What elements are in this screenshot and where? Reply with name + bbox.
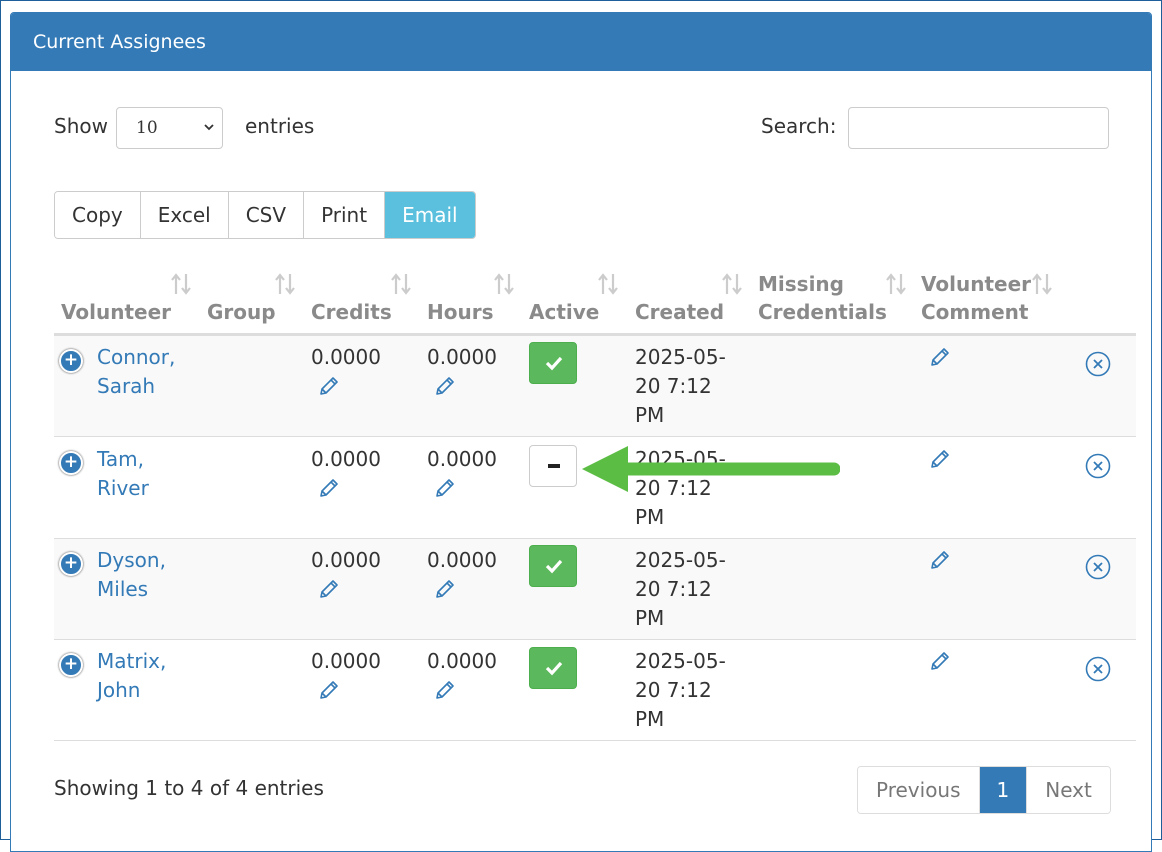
- print-button[interactable]: Print: [304, 192, 386, 238]
- edit-hours-pencil-icon[interactable]: [434, 679, 456, 701]
- edit-credits-pencil-icon[interactable]: [318, 375, 340, 397]
- edit-comment-pencil-icon[interactable]: [929, 346, 951, 368]
- header-volunteer-comment[interactable]: Volunteer Comment: [921, 270, 1031, 326]
- search-label: Search:: [761, 114, 837, 138]
- header-missing-credentials[interactable]: Missing Credentials: [758, 270, 887, 326]
- entries-per-page-select[interactable]: 10: [116, 107, 223, 149]
- credits-value: 0.0000: [311, 447, 381, 471]
- previous-page-button[interactable]: Previous: [858, 767, 980, 813]
- hours-value: 0.0000: [427, 345, 497, 369]
- header-credits[interactable]: Credits: [311, 298, 392, 326]
- sort-icon[interactable]: [274, 272, 296, 296]
- show-label: Show: [54, 114, 108, 138]
- expand-row-icon[interactable]: +: [59, 451, 83, 475]
- hours-value: 0.0000: [427, 447, 497, 471]
- hours-value: 0.0000: [427, 548, 497, 572]
- chevron-down-icon: [204, 124, 214, 131]
- sort-icon[interactable]: [1031, 272, 1053, 296]
- edit-credits-pencil-icon[interactable]: [318, 679, 340, 701]
- volunteer-name-link[interactable]: Matrix, John: [97, 647, 166, 705]
- header-hours[interactable]: Hours: [427, 298, 493, 326]
- excel-button[interactable]: Excel: [140, 192, 229, 238]
- search-input[interactable]: [848, 107, 1109, 149]
- table-row: [54, 336, 1136, 436]
- edit-hours-pencil-icon[interactable]: [434, 578, 456, 600]
- page-1-button[interactable]: 1: [979, 767, 1028, 813]
- active-toggle-on[interactable]: [529, 342, 577, 384]
- email-button[interactable]: Email: [385, 192, 475, 238]
- credits-value: 0.0000: [311, 345, 381, 369]
- created-date: 2025-05- 20 7:12 PM: [635, 345, 726, 427]
- panel-title: Current Assignees: [11, 13, 1151, 71]
- remove-circle-x-icon[interactable]: [1085, 656, 1111, 682]
- expand-row-icon[interactable]: +: [59, 653, 83, 677]
- created-date: 2025-05- 20 7:12 PM: [635, 649, 726, 731]
- header-missing-line-2: Credentials: [758, 300, 887, 324]
- export-button-group: Copy Excel CSV Print Email: [54, 191, 476, 239]
- minus-icon: [548, 464, 560, 468]
- volunteer-name-link[interactable]: Connor, Sarah: [97, 343, 175, 401]
- copy-button[interactable]: Copy: [55, 192, 141, 238]
- volunteer-name-link[interactable]: Dyson, Miles: [97, 546, 166, 604]
- check-icon: [545, 559, 563, 574]
- header-created[interactable]: Created: [635, 298, 724, 326]
- header-comment-line-1: Volunteer: [921, 272, 1032, 296]
- annotation-arrow-icon: [582, 446, 840, 492]
- sort-icon[interactable]: [885, 272, 907, 296]
- remove-circle-x-icon[interactable]: [1085, 453, 1111, 479]
- header-active[interactable]: Active: [529, 298, 599, 326]
- header-group[interactable]: Group: [207, 298, 276, 326]
- edit-comment-pencil-icon[interactable]: [929, 448, 951, 470]
- edit-hours-pencil-icon[interactable]: [434, 375, 456, 397]
- entries-per-page-value: 10: [136, 118, 158, 138]
- row-divider: [54, 740, 1136, 741]
- edit-credits-pencil-icon[interactable]: [318, 578, 340, 600]
- table-row: [54, 539, 1136, 639]
- check-icon: [545, 661, 563, 676]
- active-toggle-on[interactable]: [529, 545, 577, 587]
- sort-icon[interactable]: [721, 272, 743, 296]
- credits-value: 0.0000: [311, 649, 381, 673]
- entries-label: entries: [245, 114, 315, 138]
- volunteer-name-link[interactable]: Tam, River: [97, 445, 149, 503]
- pagination: Previous 1 Next: [857, 766, 1111, 814]
- edit-comment-pencil-icon[interactable]: [929, 549, 951, 571]
- table-row: [54, 640, 1136, 740]
- edit-comment-pencil-icon[interactable]: [929, 650, 951, 672]
- edit-hours-pencil-icon[interactable]: [434, 477, 456, 499]
- check-icon: [545, 356, 563, 371]
- active-toggle-off[interactable]: [529, 445, 577, 487]
- expand-row-icon[interactable]: +: [59, 552, 83, 576]
- edit-credits-pencil-icon[interactable]: [318, 477, 340, 499]
- next-page-button[interactable]: Next: [1027, 767, 1110, 813]
- table-info: Showing 1 to 4 of 4 entries: [54, 776, 324, 800]
- expand-row-icon[interactable]: +: [59, 349, 83, 373]
- created-date: 2025-05- 20 7:12 PM: [635, 548, 726, 630]
- header-comment-line-2: Comment: [921, 300, 1029, 324]
- header-volunteer[interactable]: Volunteer: [61, 298, 171, 326]
- sort-icon[interactable]: [493, 272, 515, 296]
- hours-value: 0.0000: [427, 649, 497, 673]
- sort-icon[interactable]: [170, 272, 192, 296]
- csv-button[interactable]: CSV: [228, 192, 305, 238]
- sort-icon[interactable]: [597, 272, 619, 296]
- remove-circle-x-icon[interactable]: [1085, 351, 1111, 377]
- header-missing-line-1: Missing: [758, 272, 844, 296]
- active-toggle-on[interactable]: [529, 647, 577, 689]
- sort-icon[interactable]: [390, 272, 412, 296]
- remove-circle-x-icon[interactable]: [1085, 554, 1111, 580]
- credits-value: 0.0000: [311, 548, 381, 572]
